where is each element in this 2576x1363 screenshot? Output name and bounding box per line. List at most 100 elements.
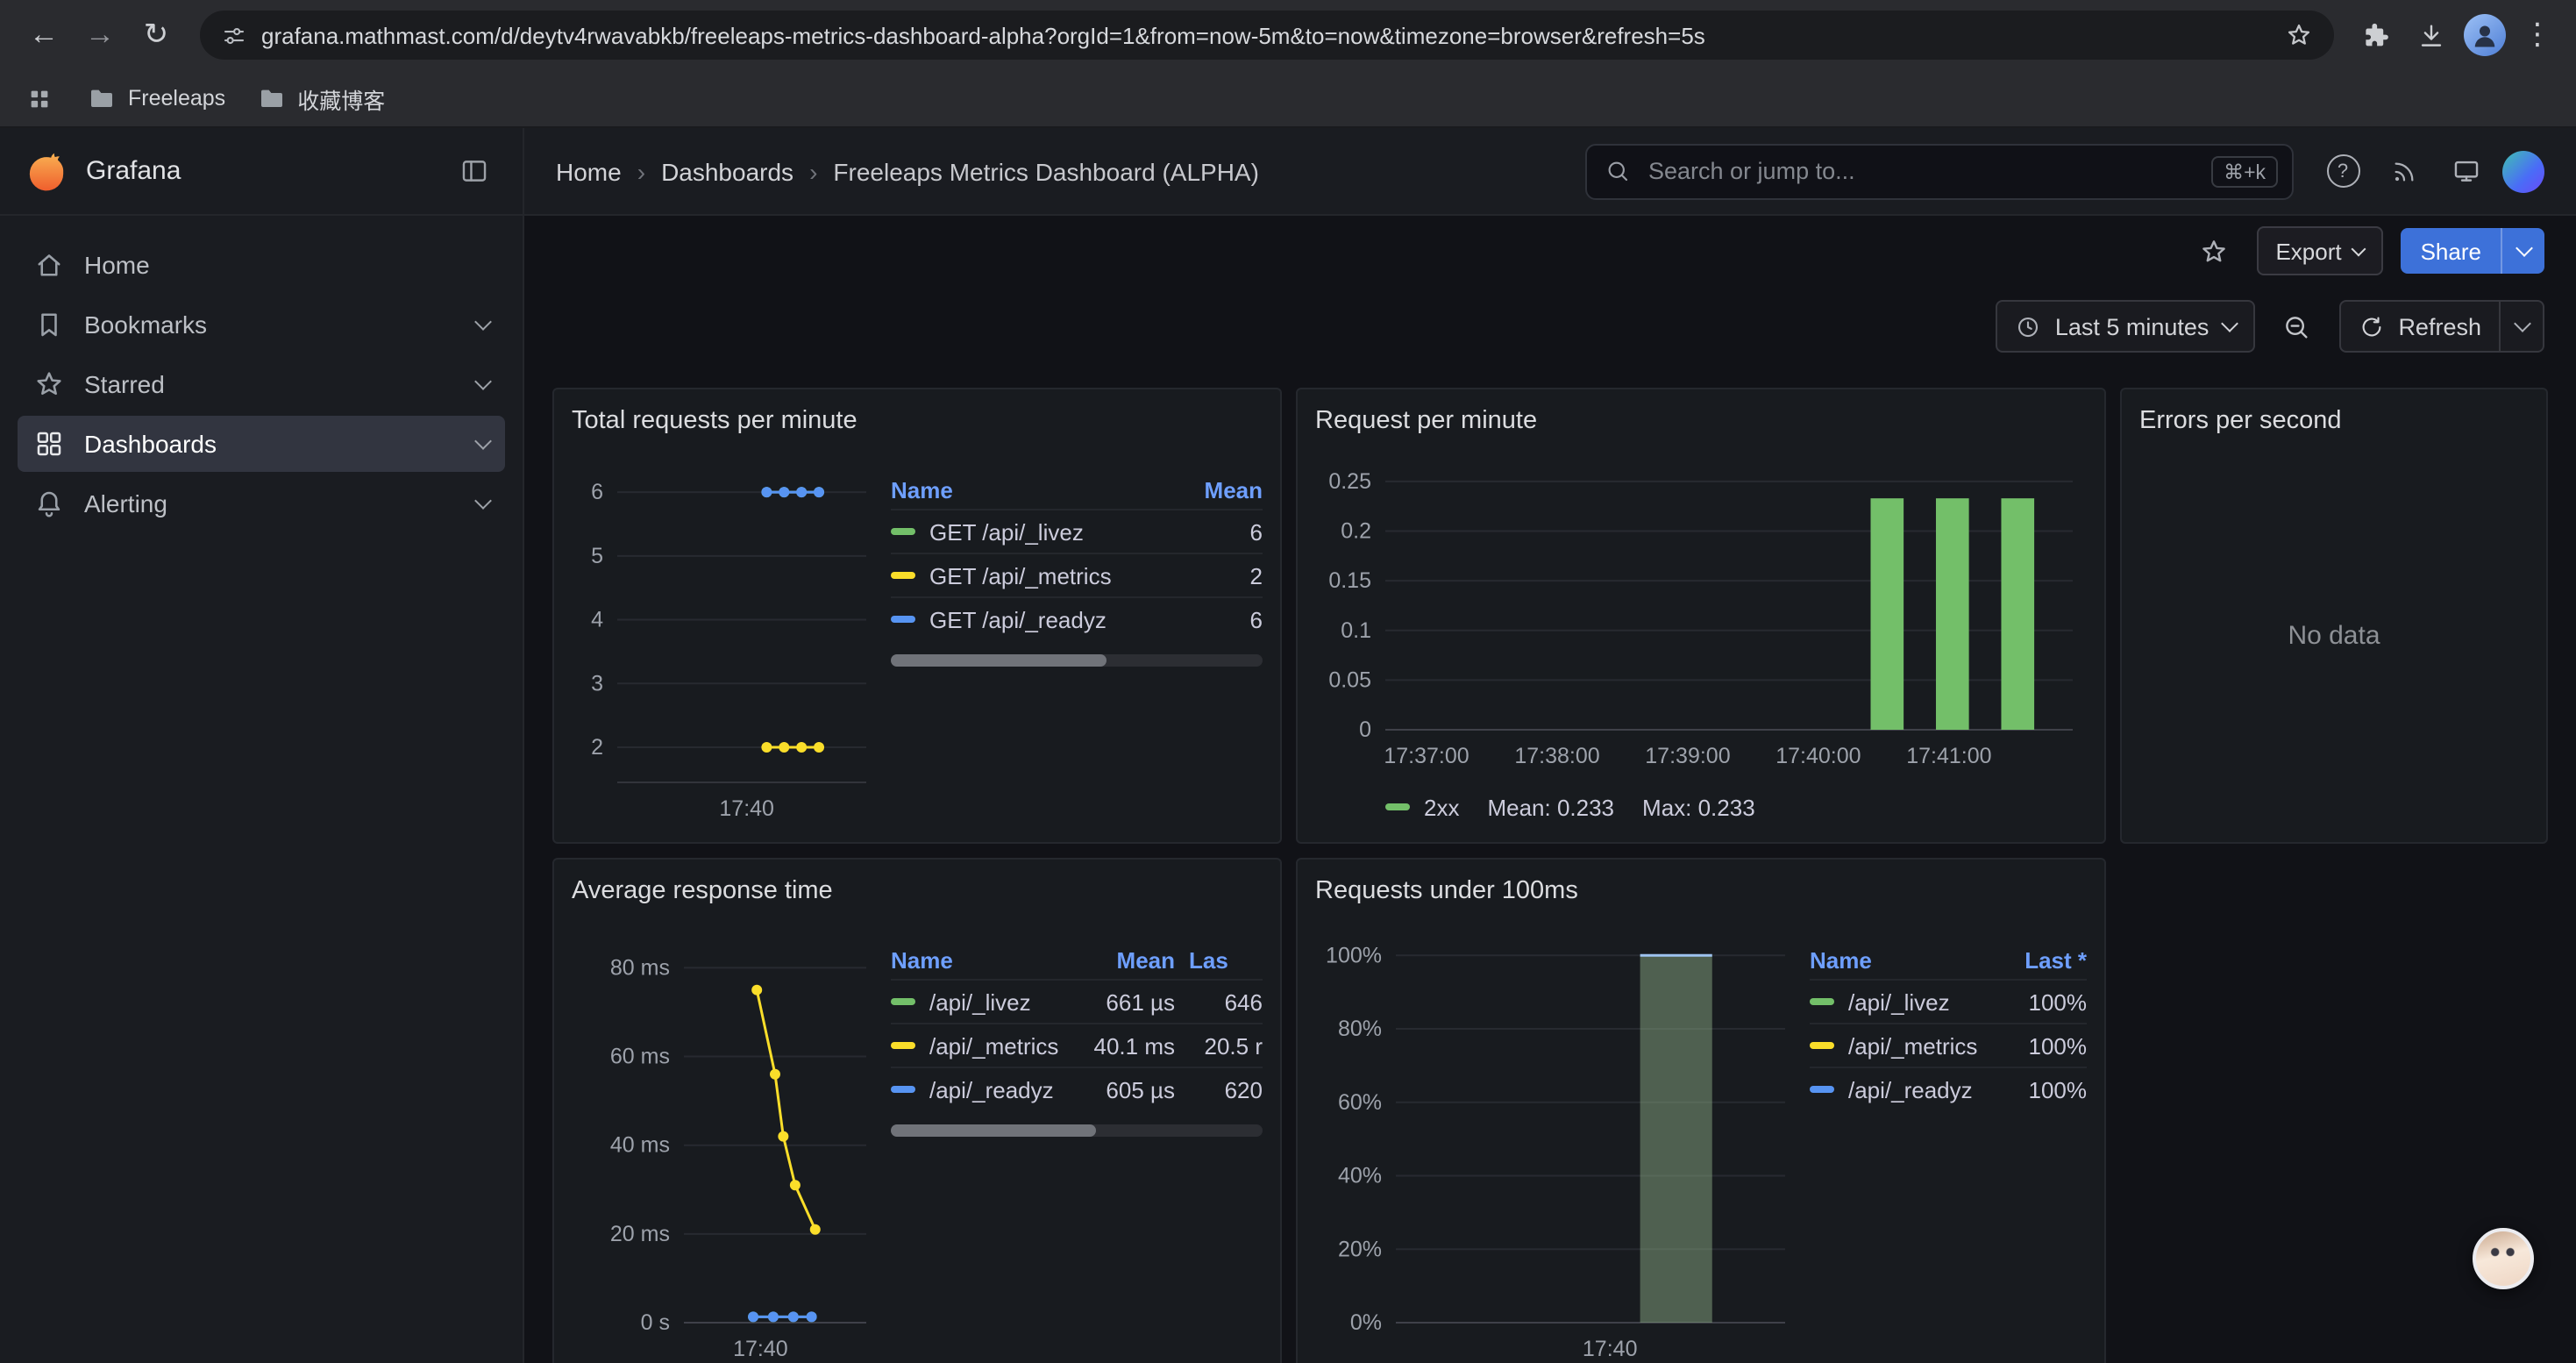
series-name[interactable]: /api/_readyz	[1848, 1076, 1992, 1103]
series-name[interactable]: /api/_livez	[929, 988, 1063, 1015]
sidebar-item-dashboards[interactable]: Dashboards	[18, 416, 505, 472]
legend-scrollbar[interactable]	[891, 654, 1263, 667]
scrollbar-thumb[interactable]	[891, 654, 1107, 667]
person-icon	[2469, 19, 2501, 51]
dashboard-actions-row: Export Share	[524, 216, 2576, 286]
sidebar-item-bookmarks[interactable]: Bookmarks	[18, 296, 505, 353]
series-name[interactable]: 2xx	[1424, 794, 1459, 820]
series-swatch	[891, 616, 915, 623]
legend-row[interactable]: /api/_livez 100%	[1810, 979, 2087, 1023]
export-button[interactable]: Export	[2256, 226, 2383, 275]
legend-row[interactable]: /api/_metrics 40.1 ms 20.5 r	[891, 1023, 1263, 1067]
refresh-icon	[2358, 313, 2384, 339]
panel-errors-per-second: Errors per second No data	[2120, 388, 2548, 844]
reload-button[interactable]: ↻	[130, 9, 182, 61]
browser-profile-avatar[interactable]	[2464, 14, 2506, 56]
apps-grid-icon	[25, 85, 52, 111]
chevron-down-icon[interactable]	[474, 432, 492, 450]
legend-scrollbar[interactable]	[891, 1124, 1263, 1137]
panel-left-icon	[459, 156, 488, 186]
legend-column-name[interactable]: Name	[1810, 946, 1992, 973]
dashboards-grid-icon	[33, 428, 65, 460]
url-bar[interactable]: grafana.mathmast.com/d/deytv4rwavabkb/fr…	[200, 11, 2334, 60]
refresh-interval-dropdown[interactable]	[2499, 302, 2543, 351]
extensions-button[interactable]	[2352, 12, 2397, 58]
user-avatar[interactable]	[2502, 150, 2544, 192]
panel-title[interactable]: Errors per second	[2139, 400, 2529, 442]
legend-column-name[interactable]: Name	[891, 476, 1178, 503]
legend-column-mean[interactable]: Mean	[1192, 476, 1263, 503]
svg-text:3: 3	[591, 671, 603, 696]
legend-column-mean[interactable]: Mean	[1077, 946, 1175, 973]
legend-row[interactable]: /api/_readyz 100%	[1810, 1067, 2087, 1110]
refresh-button[interactable]: Refresh	[2340, 302, 2499, 351]
svg-text:40 ms: 40 ms	[610, 1133, 670, 1158]
bar-chart[interactable]: 00.050.10.150.20.2517:37:0017:38:0017:39…	[1315, 442, 2087, 775]
legend-row[interactable]: GET /api/_livez 6	[891, 509, 1263, 553]
bookmark-star-icon[interactable]	[2285, 21, 2313, 49]
chevron-down-icon[interactable]	[474, 313, 492, 331]
zoom-out-button[interactable]	[2272, 302, 2321, 351]
site-settings-icon[interactable]	[221, 22, 247, 48]
series-name[interactable]: GET /api/_livez	[929, 518, 1178, 545]
browser-menu-button[interactable]: ⋮	[2516, 9, 2558, 61]
bookmark-blog-folder[interactable]: 收藏博客	[257, 82, 385, 115]
legend-row[interactable]: GET /api/_metrics 2	[891, 553, 1263, 596]
timeseries-chart[interactable]: 2345617:40	[572, 442, 880, 828]
forward-button[interactable]: →	[74, 9, 126, 61]
legend-column-last[interactable]: Last *	[2006, 946, 2087, 973]
news-button[interactable]	[2380, 146, 2429, 196]
share-button[interactable]: Share	[2402, 228, 2544, 274]
panel-title[interactable]: Request per minute	[1315, 400, 2087, 442]
search-box[interactable]: ⌘+k	[1585, 143, 2294, 199]
panel-title[interactable]: Total requests per minute	[572, 400, 1263, 442]
series-name[interactable]: /api/_readyz	[929, 1076, 1063, 1103]
chevron-down-icon	[2515, 239, 2532, 257]
timeseries-chart[interactable]: 0 s20 ms40 ms60 ms80 ms17:40	[572, 912, 880, 1363]
panel-title[interactable]: Average response time	[572, 870, 1263, 912]
series-name[interactable]: /api/_metrics	[1848, 1032, 1992, 1059]
time-range-picker[interactable]: Last 5 minutes	[1996, 300, 2255, 353]
legend-row[interactable]: /api/_metrics 100%	[1810, 1023, 2087, 1067]
grafana-logo[interactable]	[25, 149, 68, 193]
breadcrumb-dashboards[interactable]: Dashboards	[661, 157, 793, 185]
downloads-button[interactable]	[2408, 12, 2453, 58]
share-label[interactable]: Share	[2402, 228, 2501, 274]
share-dropdown-button[interactable]	[2501, 228, 2544, 274]
help-button[interactable]: ?	[2318, 146, 2367, 196]
sidebar-collapse-button[interactable]	[449, 146, 498, 196]
chevron-down-icon[interactable]	[474, 492, 492, 510]
breadcrumb-home[interactable]: Home	[556, 157, 622, 185]
series-name[interactable]: /api/_metrics	[929, 1032, 1063, 1059]
sidebar-item-home[interactable]: Home	[18, 237, 505, 293]
series-last: 620	[1189, 1076, 1263, 1103]
bar-chart[interactable]: 0%20%40%60%80%100%17:40	[1315, 912, 1799, 1363]
url-text[interactable]: grafana.mathmast.com/d/deytv4rwavabkb/fr…	[261, 22, 2271, 48]
chevron-down-icon[interactable]	[474, 373, 492, 390]
series-swatch	[891, 1042, 915, 1049]
panel-title[interactable]: Requests under 100ms	[1315, 870, 2087, 912]
bookmark-freeleaps[interactable]: Freeleaps	[88, 84, 225, 112]
favorite-dashboard-button[interactable]	[2189, 226, 2238, 275]
back-button[interactable]: ←	[18, 9, 70, 61]
apps-grid-button[interactable]	[21, 81, 56, 116]
legend-column-name[interactable]: Name	[891, 946, 1063, 973]
sidebar-item-starred[interactable]: Starred	[18, 356, 505, 412]
clock-icon	[2015, 313, 2041, 339]
legend[interactable]: 2xx Mean: 0.233 Max: 0.233	[1385, 786, 2087, 828]
empty-grid-cell	[2120, 858, 2548, 1363]
legend-column-last[interactable]: Las	[1189, 946, 1263, 973]
chat-assistant-avatar[interactable]	[2473, 1228, 2534, 1289]
series-mean: 6	[1192, 518, 1263, 545]
scrollbar-thumb[interactable]	[891, 1124, 1095, 1137]
search-input[interactable]	[1645, 156, 2197, 186]
display-button[interactable]	[2441, 146, 2490, 196]
series-name[interactable]: GET /api/_metrics	[929, 562, 1178, 589]
legend-row[interactable]: GET /api/_readyz 6	[891, 596, 1263, 640]
series-name[interactable]: /api/_livez	[1848, 988, 1992, 1015]
sidebar-item-alerting[interactable]: Alerting	[18, 475, 505, 532]
legend-row[interactable]: /api/_readyz 605 µs 620	[891, 1067, 1263, 1110]
legend-row[interactable]: /api/_livez 661 µs 646	[891, 979, 1263, 1023]
series-name[interactable]: GET /api/_readyz	[929, 606, 1178, 632]
svg-text:17:40:00: 17:40:00	[1775, 744, 1861, 768]
